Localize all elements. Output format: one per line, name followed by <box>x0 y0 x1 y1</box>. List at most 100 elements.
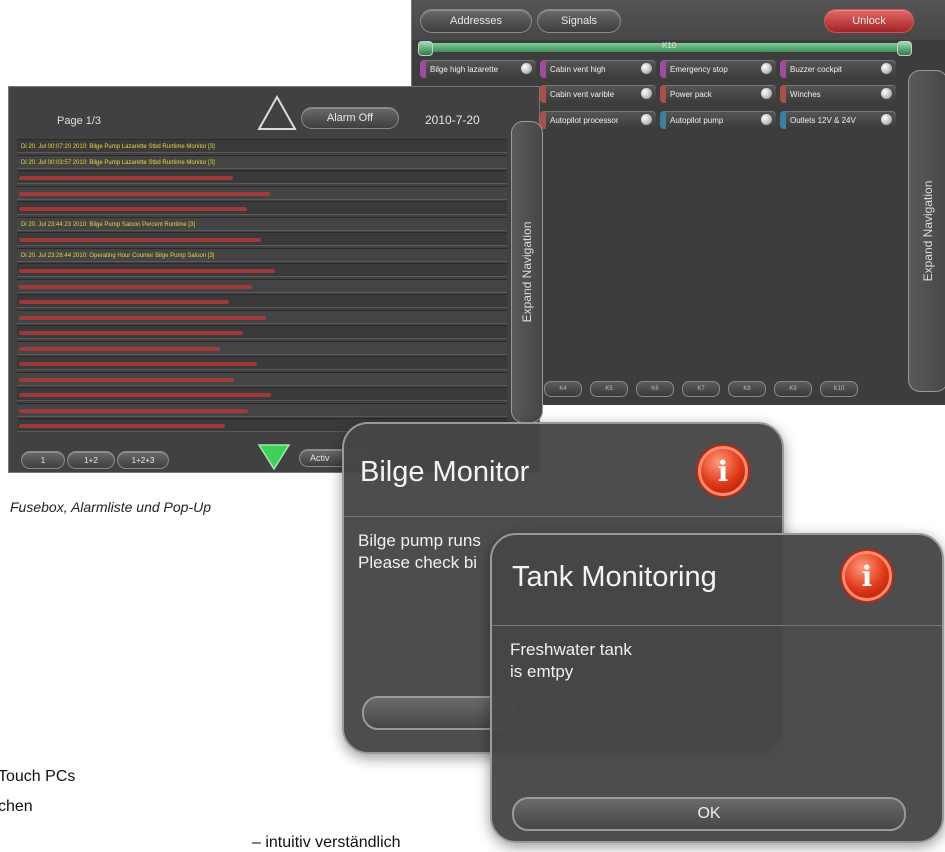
alarm-row[interactable] <box>17 263 507 277</box>
alarm-row[interactable]: Di 20. Jul 23:44:23 2010: Bilge Pump Sal… <box>17 216 507 231</box>
popup-message: Freshwater tank is emtpy <box>510 640 632 681</box>
fuse-label: Buzzer cockpit <box>790 64 843 74</box>
alarm-row[interactable] <box>17 278 507 293</box>
bottom-text-line-3: – intuitiv verständlich <box>252 834 401 851</box>
ok-button[interactable]: OK <box>512 797 906 831</box>
alarm-row[interactable] <box>17 170 507 184</box>
alarm-row[interactable] <box>17 309 507 324</box>
expand-navigation-alarm[interactable]: Expand Navigation <box>511 121 543 423</box>
tank-monitoring-popup: Tank Monitoring i Freshwater tank is emt… <box>490 533 944 843</box>
slider-handle-left[interactable] <box>418 41 433 56</box>
popup-title: Bilge Monitor <box>360 456 530 488</box>
fusebox-nav-button[interactable]: K5 <box>590 381 628 397</box>
scroll-down-icon[interactable] <box>257 443 291 471</box>
fuse-button[interactable]: Cabin vent varible <box>540 85 656 103</box>
fuse-status-icon <box>641 114 652 125</box>
fuse-label: Cabin vent varible <box>550 89 615 99</box>
divider <box>344 516 782 517</box>
signals-button[interactable]: Signals <box>537 9 621 33</box>
alarm-list-panel: Page 1/3 Alarm Off 2010-7-20 Di 20. Jul … <box>8 86 543 473</box>
fuse-color-tab <box>660 111 666 129</box>
alarm-text-blur <box>19 424 225 428</box>
fuse-label: Power pack <box>670 89 712 99</box>
fuse-color-tab <box>420 60 426 78</box>
fuse-color-tab <box>540 85 546 103</box>
expand-navigation-fusebox[interactable]: Expand Navigation <box>908 70 945 392</box>
k10-slider-label: K10 <box>662 41 677 50</box>
fusebox-nav-button[interactable]: K9 <box>774 381 812 397</box>
fuse-status-icon <box>641 63 652 74</box>
date-display: 2010-7-20 <box>425 113 480 127</box>
alarm-row[interactable]: Di 20. Jul 23:26:44 2010: Operating Hour… <box>17 247 507 262</box>
fuse-label: Bilge high lazarette <box>430 64 499 74</box>
page-indicator: Page 1/3 <box>57 115 102 127</box>
unlock-button[interactable]: Unlock <box>824 9 914 33</box>
page-button-1[interactable]: 1 <box>21 451 65 469</box>
alarm-row[interactable]: Di 20. Jul 00:07:20 2010: Bilge Pump Laz… <box>17 139 507 153</box>
alarm-row[interactable] <box>17 356 507 370</box>
fuse-color-tab <box>780 60 786 78</box>
fuse-status-icon <box>881 114 892 125</box>
fusebox-nav-button[interactable]: K10 <box>820 381 858 397</box>
fusebox-nav-button[interactable]: K6 <box>636 381 674 397</box>
divider <box>492 625 942 626</box>
fuse-color-tab <box>780 85 786 103</box>
popup-message: Bilge pump runs Please check bi <box>358 531 481 572</box>
alarm-row[interactable] <box>17 402 507 417</box>
alarm-row[interactable] <box>17 232 507 246</box>
fuse-label: Autopilot pump <box>670 115 724 125</box>
page-button-1-2-3[interactable]: 1+2+3 <box>117 451 169 469</box>
fuse-color-tab <box>540 60 546 78</box>
alarm-row[interactable] <box>17 201 507 215</box>
caption: Fusebox, Alarmliste und Pop-Up <box>10 499 212 515</box>
expand-navigation-label: Expand Navigation <box>520 221 534 323</box>
alarm-text-blur <box>19 331 243 335</box>
expand-navigation-label: Expand Navigation <box>921 180 935 282</box>
fusebox-nav-button[interactable]: K8 <box>728 381 766 397</box>
scroll-up-icon[interactable] <box>257 95 297 131</box>
alarm-off-button[interactable]: Alarm Off <box>301 107 399 129</box>
popup-title: Tank Monitoring <box>512 561 717 593</box>
fuse-button[interactable]: Outlets 12V & 24V <box>780 111 896 129</box>
fuse-button[interactable]: Bilge high lazarette <box>420 60 536 78</box>
fuse-button[interactable]: Cabin vent high <box>540 60 656 78</box>
fusebox-nav-button[interactable]: K7 <box>682 381 720 397</box>
alarm-row[interactable] <box>17 185 507 200</box>
fuse-label: Winches <box>790 89 821 99</box>
slider-handle-right[interactable] <box>897 41 912 56</box>
fuse-button[interactable]: Buzzer cockpit <box>780 60 896 78</box>
info-icon: i <box>698 446 748 496</box>
alarm-row[interactable] <box>17 387 507 401</box>
alarm-text-blur <box>19 362 257 366</box>
alarm-row[interactable]: Di 20. Jul 00:03:57 2010: Bilge Pump Laz… <box>17 154 507 169</box>
fuse-status-icon <box>761 63 772 74</box>
alarm-text-blur <box>19 300 229 304</box>
alarm-text-blur <box>19 238 261 242</box>
alarm-text-blur <box>19 284 252 289</box>
alarm-text-blur <box>19 377 234 382</box>
info-icon: i <box>842 551 892 601</box>
fusebox-nav-button[interactable]: K4 <box>544 381 582 397</box>
fuse-button[interactable]: Autopilot processor <box>540 111 656 129</box>
fuse-color-tab <box>660 60 666 78</box>
fuse-status-icon <box>641 88 652 99</box>
fuse-status-icon <box>881 63 892 74</box>
alarm-row[interactable] <box>17 325 507 339</box>
fuse-status-icon <box>761 114 772 125</box>
addresses-button[interactable]: Addresses <box>420 9 532 33</box>
fuse-button[interactable]: Power pack <box>660 85 776 103</box>
fuse-label: Autopilot processor <box>550 115 619 125</box>
fuse-button[interactable]: Emergency stop <box>660 60 776 78</box>
alarm-text-blur <box>19 408 248 413</box>
alarm-row[interactable] <box>17 294 507 308</box>
fuse-color-tab <box>660 85 666 103</box>
alarm-text-blur <box>19 207 247 211</box>
fuse-label: Cabin vent high <box>550 64 606 74</box>
alarm-row[interactable] <box>17 340 507 355</box>
fuse-status-icon <box>521 63 532 74</box>
fuse-button[interactable]: Autopilot pump <box>660 111 776 129</box>
fuse-button[interactable]: Winches <box>780 85 896 103</box>
alarm-row[interactable] <box>17 371 507 386</box>
page-button-1-2[interactable]: 1+2 <box>67 451 115 469</box>
fuse-status-icon <box>761 88 772 99</box>
